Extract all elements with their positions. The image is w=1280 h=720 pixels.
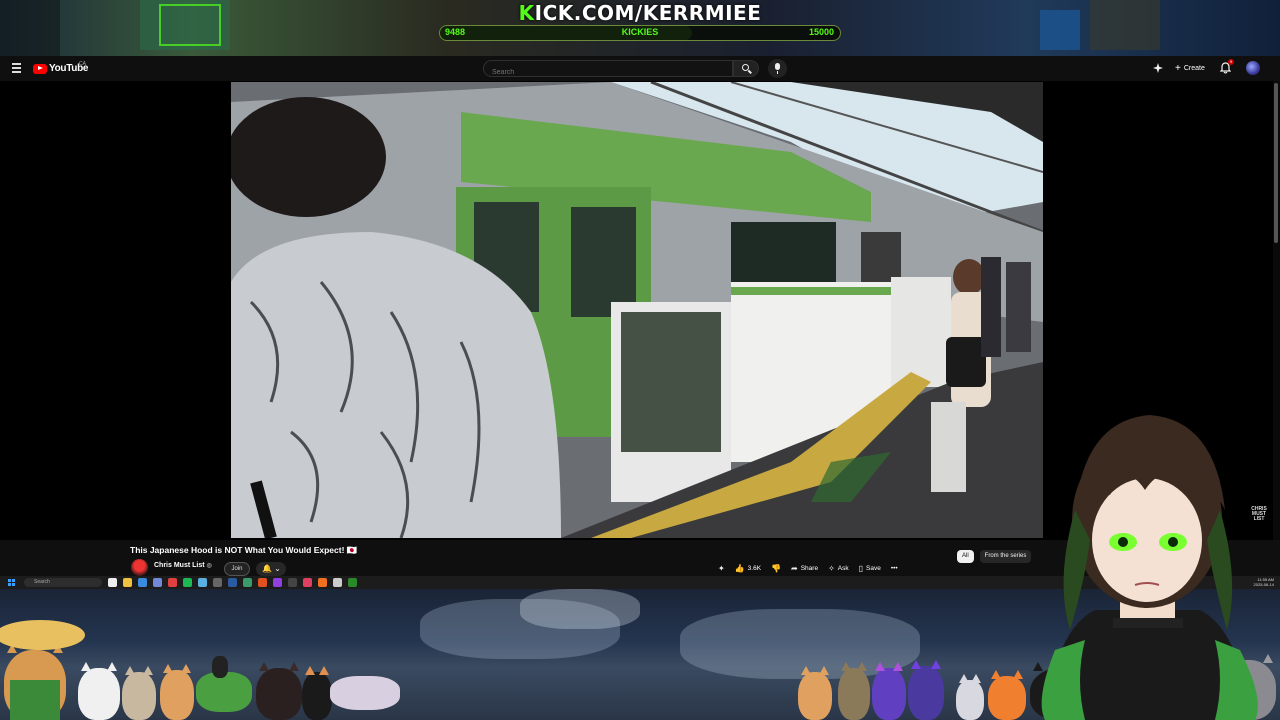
galaxy-cat-sticker <box>872 662 906 720</box>
obs-icon[interactable] <box>288 578 297 587</box>
voice-search-button[interactable] <box>768 59 787 78</box>
more-actions-button[interactable]: ••• <box>891 565 898 572</box>
taskbar-search[interactable]: Search <box>24 578 102 587</box>
stream-overlay-top: KICK.COM/KERRMIEE 9488 KICKIES 15000 <box>0 0 1280 56</box>
save-label: Save <box>866 565 881 572</box>
channel-name[interactable]: Chris Must List ◎ <box>154 562 212 569</box>
dinosaur-sticker <box>196 672 252 712</box>
tabby-cat-sticker <box>122 666 156 720</box>
kick-url-title: KICK.COM/KERRMIEE <box>518 1 762 25</box>
galaxy-cat-sticker <box>908 660 944 720</box>
search-icon <box>742 64 749 71</box>
subscription-bell-button[interactable]: 🔔 ⌄ <box>256 562 286 576</box>
settings-icon[interactable] <box>333 578 342 587</box>
sparkle-icon[interactable] <box>1153 63 1163 73</box>
twitch-icon[interactable] <box>273 578 282 587</box>
menu-icon[interactable] <box>12 63 22 73</box>
brave-icon[interactable] <box>168 578 177 587</box>
grey-kitten-sticker <box>956 674 984 720</box>
rider-sticker <box>212 656 228 678</box>
country-code: CA <box>79 61 86 67</box>
plus-icon: + <box>1175 63 1181 74</box>
search-button[interactable] <box>733 60 759 77</box>
discord-icon[interactable] <box>153 578 162 587</box>
steam-icon[interactable] <box>228 578 237 587</box>
kickies-goal: 15000 <box>808 27 834 37</box>
file-explorer-icon[interactable] <box>123 578 132 587</box>
video-actions: ✦ 👍 3.6K 👎 ➦ Share ✧ Ask ▯ Save ••• <box>718 564 898 573</box>
channel-avatar[interactable] <box>131 559 148 576</box>
clip-button[interactable]: ✦ <box>718 564 725 573</box>
kickies-goal-bar: 9488 KICKIES 15000 <box>439 25 841 41</box>
verified-icon: ◎ <box>206 563 212 569</box>
join-button[interactable]: Join <box>224 562 250 576</box>
poncho-icon <box>10 680 60 720</box>
spotify-icon[interactable] <box>183 578 192 587</box>
kickies-label: KICKIES <box>621 27 659 37</box>
ice-decoration <box>520 589 640 629</box>
share-icon: ➦ <box>791 564 798 573</box>
task-view-icon[interactable] <box>108 578 117 587</box>
lying-cats-sticker <box>330 676 400 710</box>
bookmark-icon: ▯ <box>858 564 864 573</box>
like-count: 3.6K <box>747 565 762 572</box>
create-label: Create <box>1183 65 1205 72</box>
account-avatar[interactable] <box>1246 61 1260 75</box>
firefox-icon[interactable] <box>318 578 327 587</box>
search-box <box>483 60 733 80</box>
ask-button[interactable]: ✧ Ask <box>828 564 849 573</box>
video-player[interactable] <box>231 82 1043 538</box>
channel-name-text: Chris Must List <box>154 562 205 569</box>
share-label: Share <box>800 565 819 572</box>
save-button[interactable]: ▯ Save <box>859 564 881 573</box>
like-button[interactable]: 👍 3.6K <box>735 564 761 573</box>
telegram-icon[interactable] <box>198 578 207 587</box>
chip-all[interactable]: All <box>957 550 974 563</box>
thumbs-down-icon: 👎 <box>771 564 782 573</box>
vtuber-avatar <box>1041 415 1258 720</box>
thumbs-up-icon: 👍 <box>734 564 745 573</box>
dislike-button[interactable]: 👎 <box>771 564 781 573</box>
microphone-icon <box>775 63 780 70</box>
search-input[interactable] <box>484 65 732 80</box>
create-button[interactable]: + Create <box>1171 61 1209 76</box>
app-icon[interactable] <box>213 578 222 587</box>
video-title: This Japanese Hood is NOT What You Would… <box>130 545 358 555</box>
tabby-cat-sticker <box>838 662 870 720</box>
orange-cat-sticker <box>160 664 194 720</box>
more-icon: ••• <box>890 565 898 572</box>
app2-icon[interactable] <box>303 578 312 587</box>
share-button[interactable]: ➦ Share <box>791 564 818 573</box>
orange-cat-sticker <box>798 666 832 720</box>
sparkle-icon: ✦ <box>718 564 725 573</box>
youtube-play-icon <box>33 63 47 74</box>
edge-icon[interactable] <box>138 578 147 587</box>
ask-label: Ask <box>837 565 849 572</box>
scrollbar-thumb[interactable] <box>1274 83 1278 243</box>
notes-icon[interactable] <box>243 578 252 587</box>
youtube-header: YouTube CA + Create 9 <box>0 56 1280 81</box>
notification-badge: 9 <box>1228 59 1234 65</box>
fox-cat-sticker <box>302 666 332 720</box>
black-hoodie-cat-sticker <box>256 662 302 720</box>
ask-sparkle-icon: ✧ <box>828 564 835 573</box>
terminal-icon[interactable] <box>348 578 357 587</box>
taskbar-apps <box>108 578 357 587</box>
video-frame <box>231 82 1043 538</box>
chrome-icon[interactable] <box>258 578 267 587</box>
white-dog-sticker <box>78 662 120 720</box>
windows-start-icon[interactable] <box>8 579 15 586</box>
